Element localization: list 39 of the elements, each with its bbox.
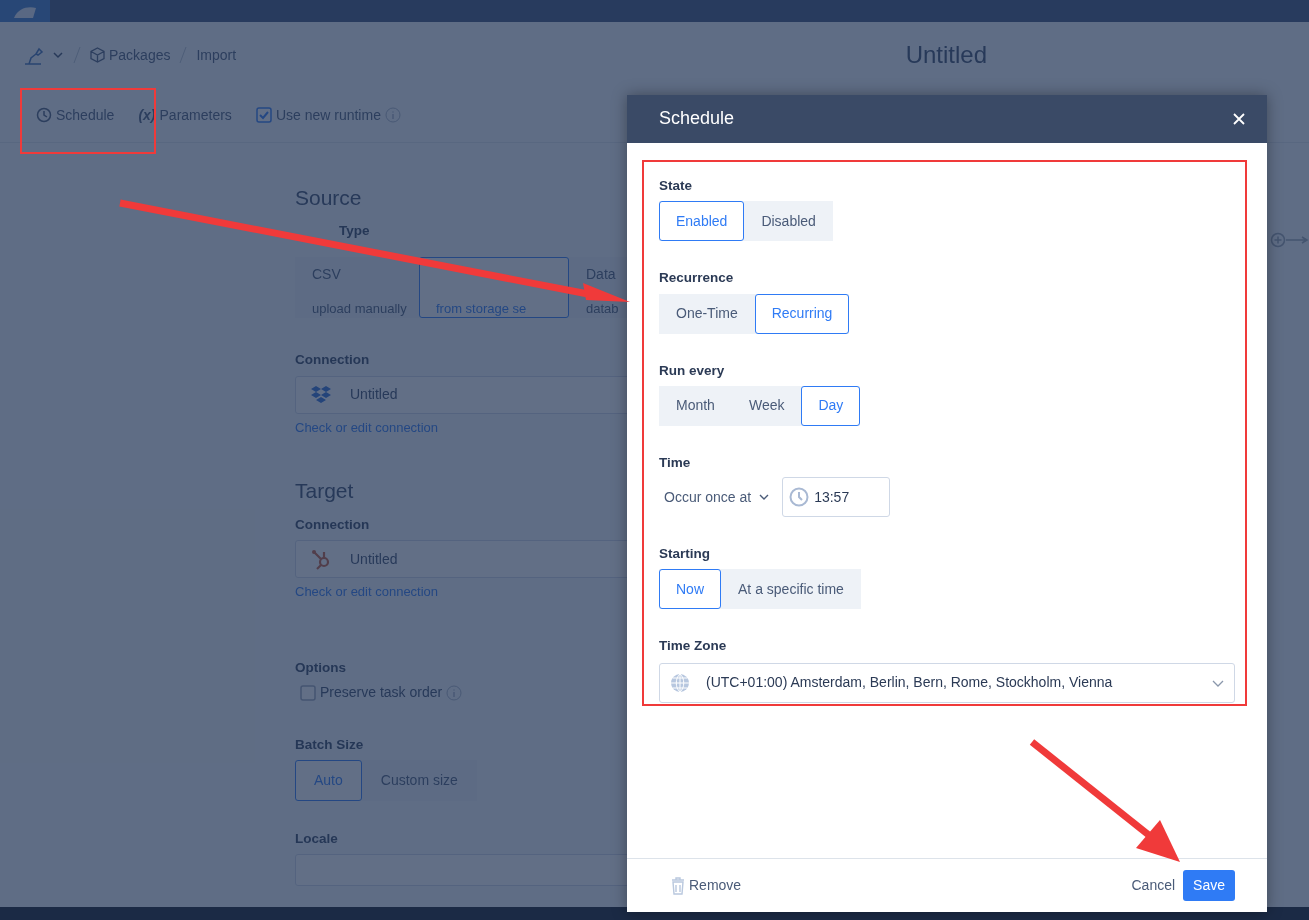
segment-button[interactable]: Day (801, 385, 861, 426)
dialog-title: Schedule (659, 108, 735, 130)
globe-icon (670, 672, 690, 693)
segment-button[interactable]: Disabled (744, 201, 833, 242)
clock-icon (789, 487, 810, 507)
segment-button[interactable]: Enabled (659, 201, 745, 242)
trash-icon (671, 876, 685, 895)
field-label: Starting (659, 545, 711, 563)
field-label: Connection (295, 351, 371, 370)
field-label: Locale (295, 829, 339, 848)
add-node-icon (1270, 232, 1309, 248)
field-label: State (659, 177, 693, 195)
save-button[interactable]: Save (1183, 870, 1235, 901)
field-label: Time (659, 453, 692, 472)
chevron-down-icon (759, 492, 770, 502)
section-heading: Target (295, 477, 355, 503)
cancel-button[interactable]: Cancel (1131, 875, 1176, 896)
field-label: Batch Size (295, 736, 365, 755)
segment-button[interactable]: At a specific time (721, 569, 861, 610)
field-label: Run every (659, 361, 726, 380)
segment-button[interactable]: One-Time (659, 293, 755, 334)
close-button[interactable] (1231, 111, 1247, 127)
field-label: Time Zone (659, 637, 728, 656)
checkbox-text: Preserve task order (320, 683, 443, 703)
mode-dropdown[interactable]: Occur once at (659, 486, 775, 508)
field-label: Connection (295, 515, 371, 534)
segment-button[interactable]: Month (659, 385, 732, 426)
field-label: Recurrence (659, 269, 735, 288)
field-label: Options (295, 659, 347, 678)
section-heading: Source (295, 185, 363, 211)
remove-button[interactable]: Remove (671, 875, 742, 896)
field-label: Type (338, 222, 371, 241)
time-field[interactable]: 13:57 (782, 477, 891, 517)
segment-button[interactable]: Recurring (754, 293, 850, 334)
page-title: Untitled (905, 40, 987, 70)
close-icon (1233, 113, 1245, 125)
time-zone-select[interactable]: (UTC+01:00) Amsterdam, Berlin, Bern, Rome, Stockholm, Vienna (659, 662, 1235, 703)
segment-button[interactable]: Now (659, 569, 721, 610)
segment-button[interactable]: Week (731, 385, 802, 426)
